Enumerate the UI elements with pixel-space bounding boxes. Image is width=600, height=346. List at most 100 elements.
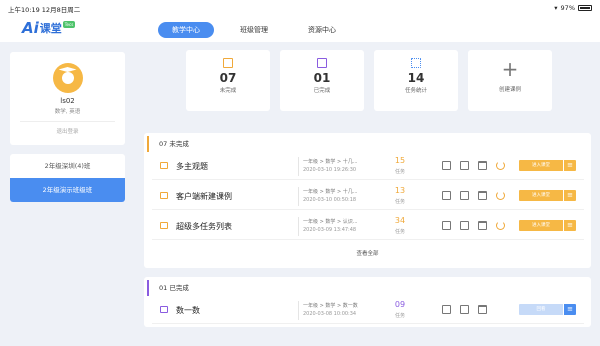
class-item[interactable]: 2年级深圳(4)班 xyxy=(10,154,125,178)
copy-icon[interactable] xyxy=(442,161,451,170)
incomplete-panel: 07 未完成 多主观题 一年级 > 数学 > 十几... 2020-03-10 … xyxy=(144,133,591,268)
trash-icon[interactable] xyxy=(478,221,487,230)
calendar-icon xyxy=(223,58,233,68)
power-icon[interactable] xyxy=(496,161,505,170)
menu-icon[interactable]: ≡ xyxy=(564,190,576,201)
enter-classroom-button[interactable]: 进入课堂 xyxy=(519,160,563,171)
logout-link[interactable]: 退出登录 xyxy=(20,121,115,135)
row-divider xyxy=(298,187,299,206)
task-row[interactable]: 多主观题 一年级 > 数学 > 十几... 2020-03-10 19:26:3… xyxy=(152,153,584,180)
create-course-label: 创建课例 xyxy=(498,87,521,93)
stat-label: 已完成 xyxy=(313,88,331,94)
task-count-label: 任务 xyxy=(394,199,405,205)
task-date: 2020-03-09 13:47:48 xyxy=(303,227,357,233)
row-actions xyxy=(442,191,505,200)
stat-complete-card[interactable]: 01 已完成 xyxy=(280,50,364,111)
stat-tasks-card[interactable]: 14 任务统计 xyxy=(374,50,458,111)
create-course-card[interactable]: + 创建课例 xyxy=(468,50,552,111)
bookmark-icon[interactable] xyxy=(460,305,469,314)
row-actions xyxy=(442,221,505,230)
wifi-icon: ▾ xyxy=(554,4,558,12)
logo-text: 课堂 xyxy=(39,22,62,35)
calendar-check-icon xyxy=(317,58,327,68)
enter-classroom-button[interactable]: 进入课堂 xyxy=(519,220,563,231)
row-divider xyxy=(298,217,299,236)
power-icon[interactable] xyxy=(496,191,505,200)
task-title: 客户端新建课例 xyxy=(176,192,232,201)
stat-label: 未完成 xyxy=(219,88,237,94)
stat-value: 14 xyxy=(407,71,425,85)
tab-class-management[interactable]: 班级管理 xyxy=(226,22,282,38)
status-right: ▾ 97% xyxy=(554,4,592,12)
lesson-icon xyxy=(160,222,168,229)
stats-row: 07 未完成 01 已完成 14 任务统计 + 创建课例 xyxy=(186,50,552,111)
task-path: 一年级 > 数学 > 认识... xyxy=(303,219,358,225)
bookmark-icon[interactable] xyxy=(460,221,469,230)
trash-icon[interactable] xyxy=(478,191,487,200)
plus-icon: + xyxy=(501,57,519,81)
view-all-link[interactable]: 查看全部 xyxy=(144,249,591,257)
tab-resource-center[interactable]: 资源中心 xyxy=(294,22,350,38)
complete-heading: 01 已完成 xyxy=(147,280,591,296)
menu-icon[interactable]: ≡ xyxy=(564,304,576,315)
task-count: 13 xyxy=(394,186,406,195)
bookmark-icon[interactable] xyxy=(460,161,469,170)
menu-icon[interactable]: ≡ xyxy=(564,160,576,171)
battery-icon xyxy=(578,5,592,11)
main-nav: 教学中心 班级管理 资源中心 xyxy=(158,22,350,38)
copy-icon[interactable] xyxy=(442,221,451,230)
class-item-selected[interactable]: 2年级演示班级班 xyxy=(10,178,125,202)
user-subjects: 数学, 英语 xyxy=(54,109,81,115)
task-path: 一年级 > 数学 > 十几... xyxy=(303,159,358,165)
task-title: 多主观题 xyxy=(176,162,208,171)
task-path: 一年级 > 数学 > 数一数 xyxy=(303,303,358,309)
row-actions xyxy=(442,161,505,170)
app-logo: Ai 课堂 Tecs xyxy=(22,19,76,37)
incomplete-heading: 07 未完成 xyxy=(147,136,591,152)
row-divider xyxy=(298,301,299,320)
lesson-icon xyxy=(160,306,168,313)
task-title: 超级多任务列表 xyxy=(176,222,232,231)
copy-icon[interactable] xyxy=(442,191,451,200)
review-button[interactable]: 回看 xyxy=(519,304,563,315)
trash-icon[interactable] xyxy=(478,161,487,170)
task-count-label: 任务 xyxy=(394,169,405,175)
task-date: 2020-03-10 00:50:18 xyxy=(303,197,357,203)
stat-value: 07 xyxy=(219,71,237,85)
logo-badge: Tecs xyxy=(62,20,76,28)
copy-icon[interactable] xyxy=(442,305,451,314)
stat-value: 01 xyxy=(313,71,331,85)
top-header: Ai 课堂 Tecs 教学中心 班级管理 资源中心 xyxy=(0,16,600,42)
profile-card: ls02 数学, 英语 退出登录 xyxy=(10,52,125,145)
task-count-label: 任务 xyxy=(394,229,405,235)
lesson-icon xyxy=(160,192,168,199)
row-divider xyxy=(298,157,299,176)
task-row[interactable]: 客户端新建课例 一年级 > 数学 > 十几... 2020-03-10 00:5… xyxy=(152,183,584,210)
enter-classroom-button[interactable]: 进入课堂 xyxy=(519,190,563,201)
stat-incomplete-card[interactable]: 07 未完成 xyxy=(186,50,270,111)
power-icon[interactable] xyxy=(496,221,505,230)
task-row[interactable]: 数一数 一年级 > 数学 > 数一数 2020-03-08 10:00:34 0… xyxy=(152,297,584,324)
task-row[interactable]: 超级多任务列表 一年级 > 数学 > 认识... 2020-03-09 13:4… xyxy=(152,213,584,240)
trash-icon[interactable] xyxy=(478,305,487,314)
list-icon xyxy=(411,58,421,68)
task-count: 34 xyxy=(394,216,406,225)
status-time: 上午10:19 12月8日周二 xyxy=(8,6,81,14)
task-path: 一年级 > 数学 > 十几... xyxy=(303,189,358,195)
task-date: 2020-03-10 19:26:30 xyxy=(303,167,357,173)
logo-ai-mark: Ai xyxy=(22,19,39,37)
task-count: 15 xyxy=(394,156,406,165)
status-bar: 上午10:19 12月8日周二 ▾ 97% xyxy=(0,0,600,16)
class-list: 2年级深圳(4)班 2年级演示班级班 xyxy=(10,154,125,202)
task-count-label: 任务 xyxy=(394,313,405,319)
row-actions xyxy=(442,305,487,314)
task-title: 数一数 xyxy=(176,306,200,315)
battery-label: 97% xyxy=(560,4,575,12)
user-name: ls02 xyxy=(60,97,75,105)
lesson-icon xyxy=(160,162,168,169)
bookmark-icon[interactable] xyxy=(460,191,469,200)
avatar xyxy=(52,63,83,93)
menu-icon[interactable]: ≡ xyxy=(564,220,576,231)
tab-teaching-center[interactable]: 教学中心 xyxy=(158,22,214,38)
task-count: 09 xyxy=(394,300,406,309)
